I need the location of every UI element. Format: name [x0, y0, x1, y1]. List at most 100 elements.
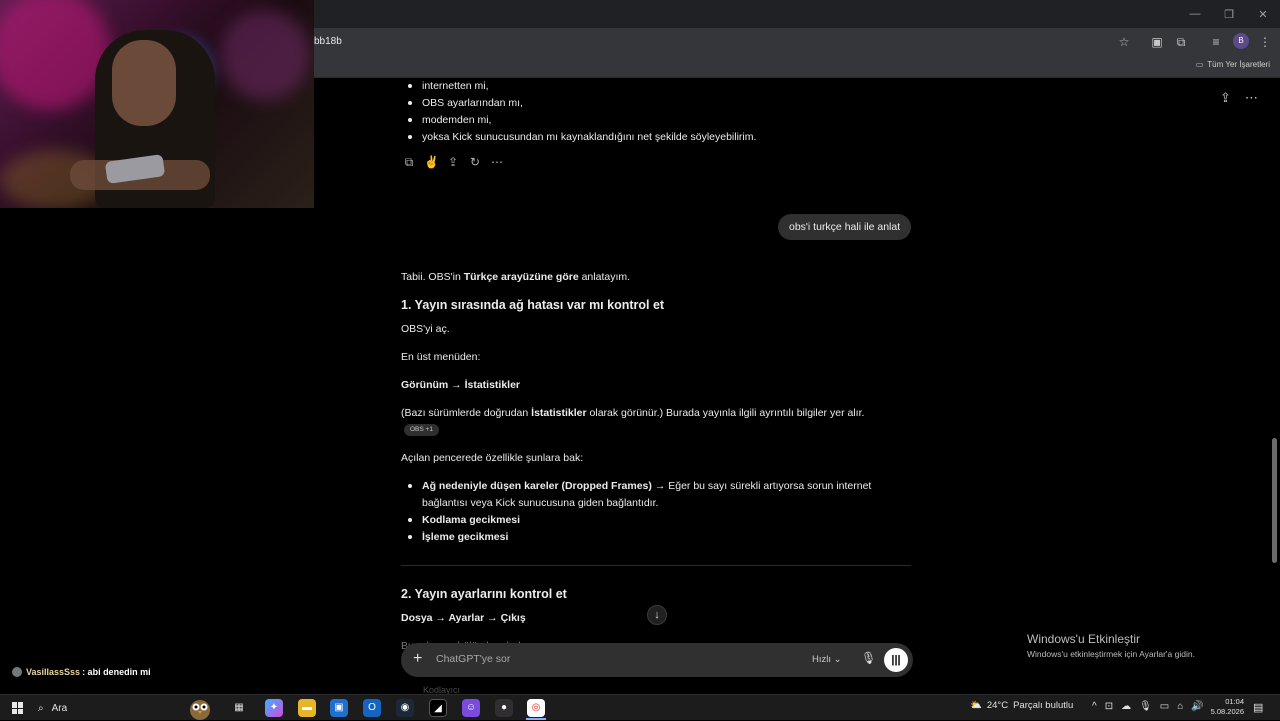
window-controls: — ❐ ✕ [1178, 0, 1280, 28]
menu-path: Görünüm → İstatistikler [401, 379, 521, 391]
scrollbar-track[interactable] [1270, 81, 1278, 694]
section1-p1: OBS'yi aç. [401, 323, 450, 335]
page-top-actions: ⇪ ⋯ [1220, 90, 1258, 106]
stream-chat-message: VasillassSss : abi denedin mi [12, 667, 151, 677]
menu-icon[interactable]: ⋮ [1257, 34, 1273, 50]
answer-intro: Tabii. OBS'in Türkçe arayüzüne göre anla… [401, 269, 913, 285]
intro-text-end: anlatayım. [578, 271, 631, 283]
section1-path: Görünüm → İstatistikler [401, 377, 913, 393]
clock-time: 01:04 [1225, 697, 1244, 706]
section-divider [401, 565, 911, 566]
minimize-icon[interactable]: — [1178, 8, 1212, 20]
menu-path: Dosya → Ayarlar → Çıkış [401, 612, 526, 624]
owl-widget-icon [190, 700, 210, 720]
all-bookmarks-label: Tüm Yer İşaretleri [1207, 60, 1270, 69]
note-text: (Bazı sürümlerde doğrudan [401, 407, 532, 419]
webcam-overlay [0, 0, 314, 208]
section1-p2: En üst menüden: [401, 351, 481, 363]
chevron-down-icon: ⌄ [833, 654, 842, 665]
list-item: yoksa Kick sunucusundan mı kaynaklandığı… [401, 129, 913, 146]
task-view-icon[interactable]: ▦ [230, 699, 248, 717]
weather-widget[interactable]: ⛅ 24°C Parçalı bulutlu [970, 700, 1073, 711]
windows-activation-watermark: Windows'u Etkinleştir Windows'u etkinleş… [1027, 632, 1195, 659]
list-item: OBS ayarlarından mı, [401, 95, 913, 112]
capcut-icon[interactable]: ◢ [429, 699, 447, 717]
store-icon[interactable]: ▣ [330, 699, 348, 717]
search-icon: ⌕ [38, 702, 44, 714]
model-selector[interactable]: Hızlı ⌄ [812, 654, 842, 665]
note-text-end: olarak görünür.) Burada yayınla ilgili a… [586, 407, 865, 419]
chat-avatar [12, 667, 22, 677]
intro-bold: Türkçe arayüzüne göre [463, 271, 579, 283]
more-icon[interactable]: ⋯ [490, 155, 504, 170]
copy-icon[interactable]: ⧉ [402, 155, 416, 170]
note-bold: İstatistikler [531, 407, 587, 419]
plus-icon[interactable]: + [413, 650, 422, 668]
list-item: Kodlama gecikmesi [401, 512, 913, 529]
section1-note: (Bazı sürümlerde doğrudan İstatistikler … [401, 405, 913, 421]
folder-icon: ▭ [1195, 60, 1204, 69]
extension-icon[interactable]: ▣ [1149, 34, 1165, 50]
model-label: Hızlı [812, 654, 831, 665]
section2-heading: 2. Yayın ayarlarını kontrol et [401, 587, 567, 601]
composer-input[interactable]: ChatGPT'ye sor [436, 653, 510, 665]
cloud-sun-icon: ⛅ [970, 700, 982, 711]
regenerate-icon[interactable]: ↻ [468, 155, 482, 170]
weather-desc: Parçalı bulutlu [1013, 700, 1074, 711]
steam-icon[interactable]: ◉ [396, 699, 414, 717]
message-actions: ⧉ ✌ ⇪ ↻ ⋯ [402, 155, 504, 170]
bullet-bold: Kodlama gecikmesi [422, 514, 521, 526]
activation-subtitle: Windows'u etkinleştirmek için Ayarlar'a … [1027, 649, 1195, 659]
source-citation-chip[interactable]: OBS +1 [404, 424, 439, 436]
puzzle-icon[interactable]: ⧉ [1173, 34, 1189, 50]
scrollbar-thumb[interactable] [1272, 438, 1277, 563]
intro-text: Tabii. OBS'in [401, 271, 464, 283]
address-bar[interactable]: bb18b [314, 31, 1104, 53]
cloud-icon[interactable]: ☁ [1121, 701, 1131, 712]
voice-mode-button[interactable]: ||| [884, 648, 908, 672]
display-icon[interactable]: ⊡ [1105, 701, 1113, 712]
search-label: Ara [51, 702, 68, 714]
section1-heading: 1. Yayın sırasında ağ hatası var mı kont… [401, 298, 665, 312]
user-message-bubble: obs'i turkçe hali ile anlat [778, 214, 912, 240]
microphone-icon[interactable]: 🎙 [1139, 701, 1152, 712]
discord-icon[interactable]: ☺ [462, 699, 480, 717]
notification-icon[interactable]: ▤ [1253, 701, 1263, 714]
taskbar-clock[interactable]: 01:04 5.08.2026 [1200, 697, 1244, 717]
previous-answer-list: internetten mi, OBS ayarlarından mı, mod… [401, 78, 913, 146]
bookmark-star-icon[interactable]: ☆ [1116, 34, 1132, 50]
section1-list: Ağ nedeniyle düşen kareler (Dropped Fram… [401, 478, 913, 546]
list-item: internetten mi, [401, 78, 913, 95]
system-tray: ^ ⊡ ☁ 🎙 ▭ ⌂ 🔊 [1092, 701, 1204, 712]
microphone-icon[interactable]: 🎙 [861, 651, 876, 665]
restore-icon[interactable]: ❐ [1212, 8, 1246, 21]
thumbs-icon[interactable]: ✌ [424, 155, 439, 170]
share-icon[interactable]: ⇪ [446, 155, 460, 170]
streamer-face [112, 40, 176, 126]
file-explorer-icon[interactable]: ▬ [298, 699, 316, 717]
scroll-down-button[interactable]: ↓ [647, 605, 667, 625]
close-icon[interactable]: ✕ [1246, 8, 1280, 21]
media-icon[interactable]: ≡ [1208, 34, 1224, 50]
share-icon[interactable]: ⇪ [1220, 90, 1231, 106]
list-item: Ağ nedeniyle düşen kareler (Dropped Fram… [401, 478, 913, 512]
chat-text: : abi denedin mi [82, 667, 151, 677]
weather-temp: 24°C [986, 700, 1009, 711]
outlook-icon[interactable]: O [363, 699, 381, 717]
all-bookmarks[interactable]: ▭ Tüm Yer İşaretleri [1196, 60, 1270, 69]
bullet-bold: Ağ nedeniyle düşen kareler (Dropped Fram… [422, 480, 652, 492]
chevron-up-icon[interactable]: ^ [1092, 701, 1097, 712]
list-item: İşleme gecikmesi [401, 529, 913, 546]
network-icon[interactable]: ⌂ [1177, 701, 1183, 712]
obs-icon[interactable]: ● [495, 699, 513, 717]
chat-username: VasillassSss [26, 667, 81, 677]
copilot-icon[interactable]: ✦ [265, 699, 283, 717]
more-options-icon[interactable]: ⋯ [1245, 90, 1258, 106]
bullet-bold: İşleme gecikmesi [422, 531, 509, 543]
windows-start-icon[interactable] [12, 702, 24, 714]
chrome-icon[interactable]: ◎ [527, 699, 545, 717]
list-item: modemden mi, [401, 112, 913, 129]
battery-icon[interactable]: ▭ [1160, 701, 1169, 712]
windows-taskbar: ⌕ Ara ▦ ✦ ▬ ▣ O ◉ ◢ ☺ ● ◎ ⛅ 24°C Parçalı… [0, 694, 1280, 720]
profile-avatar[interactable]: B [1233, 33, 1249, 49]
